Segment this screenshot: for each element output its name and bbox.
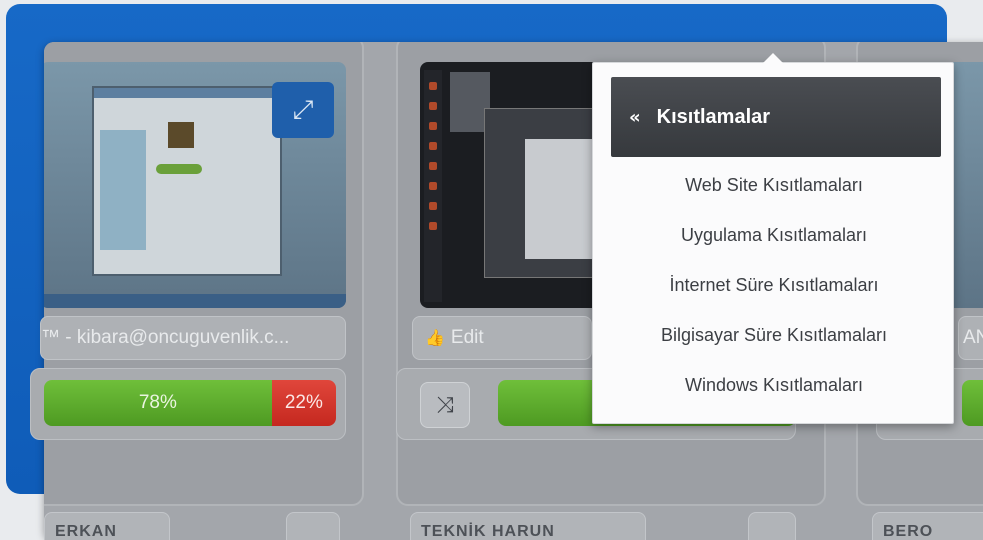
restrictions-dropdown: « Kısıtlamalar Web Site Kısıtlamaları Uy… — [592, 53, 955, 424]
menu-item-web-site-restrictions[interactable]: Web Site Kısıtlamaları — [593, 163, 955, 207]
expand-button[interactable]: ⤢ — [272, 82, 334, 138]
menu-item-windows-restrictions[interactable]: Windows Kısıtlamaları — [593, 363, 955, 407]
user-name-label[interactable]: TEKNİK HARUN — [410, 512, 646, 540]
computer-name-label[interactable]: AN — [958, 316, 983, 360]
shuffle-button[interactable]: ⤨ — [420, 382, 470, 428]
options-button[interactable] — [286, 512, 340, 540]
shuffle-icon: ⤨ — [436, 392, 454, 418]
expand-icon: ⤢ — [292, 94, 314, 125]
dropdown-header[interactable]: « Kısıtlamalar — [611, 77, 941, 157]
computer-name-label[interactable]: ™ - kibara@oncuguvenlik.c... — [40, 316, 346, 360]
double-chevron-left-icon: « — [629, 106, 641, 128]
computer-name-text: ™ - kibara@oncuguvenlik.c... — [41, 327, 290, 348]
user-name-label[interactable]: ERKAN — [44, 512, 170, 540]
menu-item-internet-time-restrictions[interactable]: İnternet Süre Kısıtlamaları — [593, 263, 955, 307]
user-name-label[interactable]: BERO — [872, 512, 983, 540]
options-button[interactable] — [748, 512, 796, 540]
status-progress-bar — [962, 380, 983, 426]
menu-item-application-restrictions[interactable]: Uygulama Kısıtlamaları — [593, 213, 955, 257]
menu-item-computer-time-restrictions[interactable]: Bilgisayar Süre Kısıtlamaları — [593, 313, 955, 357]
error-segment: 22% — [271, 380, 336, 426]
ok-segment: 78% — [44, 380, 272, 426]
thumbs-up-icon: 👍 — [425, 330, 445, 347]
stage: ⤢ ™ - kibara@oncuguvenlik.c... 👍 Edit AN… — [0, 0, 983, 540]
dropdown-title: Kısıtlamalar — [656, 105, 771, 128]
status-progress-bar: 78% 22% — [44, 380, 336, 426]
ok-segment — [962, 380, 983, 426]
computer-name-text: AN — [963, 327, 983, 348]
computer-name-label[interactable]: 👍 Edit — [412, 316, 592, 360]
computer-name-text: Edit — [450, 327, 484, 348]
thumbnail-dock — [424, 70, 442, 302]
thumbnail-taskbar — [44, 294, 346, 308]
thumbnail-window — [92, 86, 282, 276]
